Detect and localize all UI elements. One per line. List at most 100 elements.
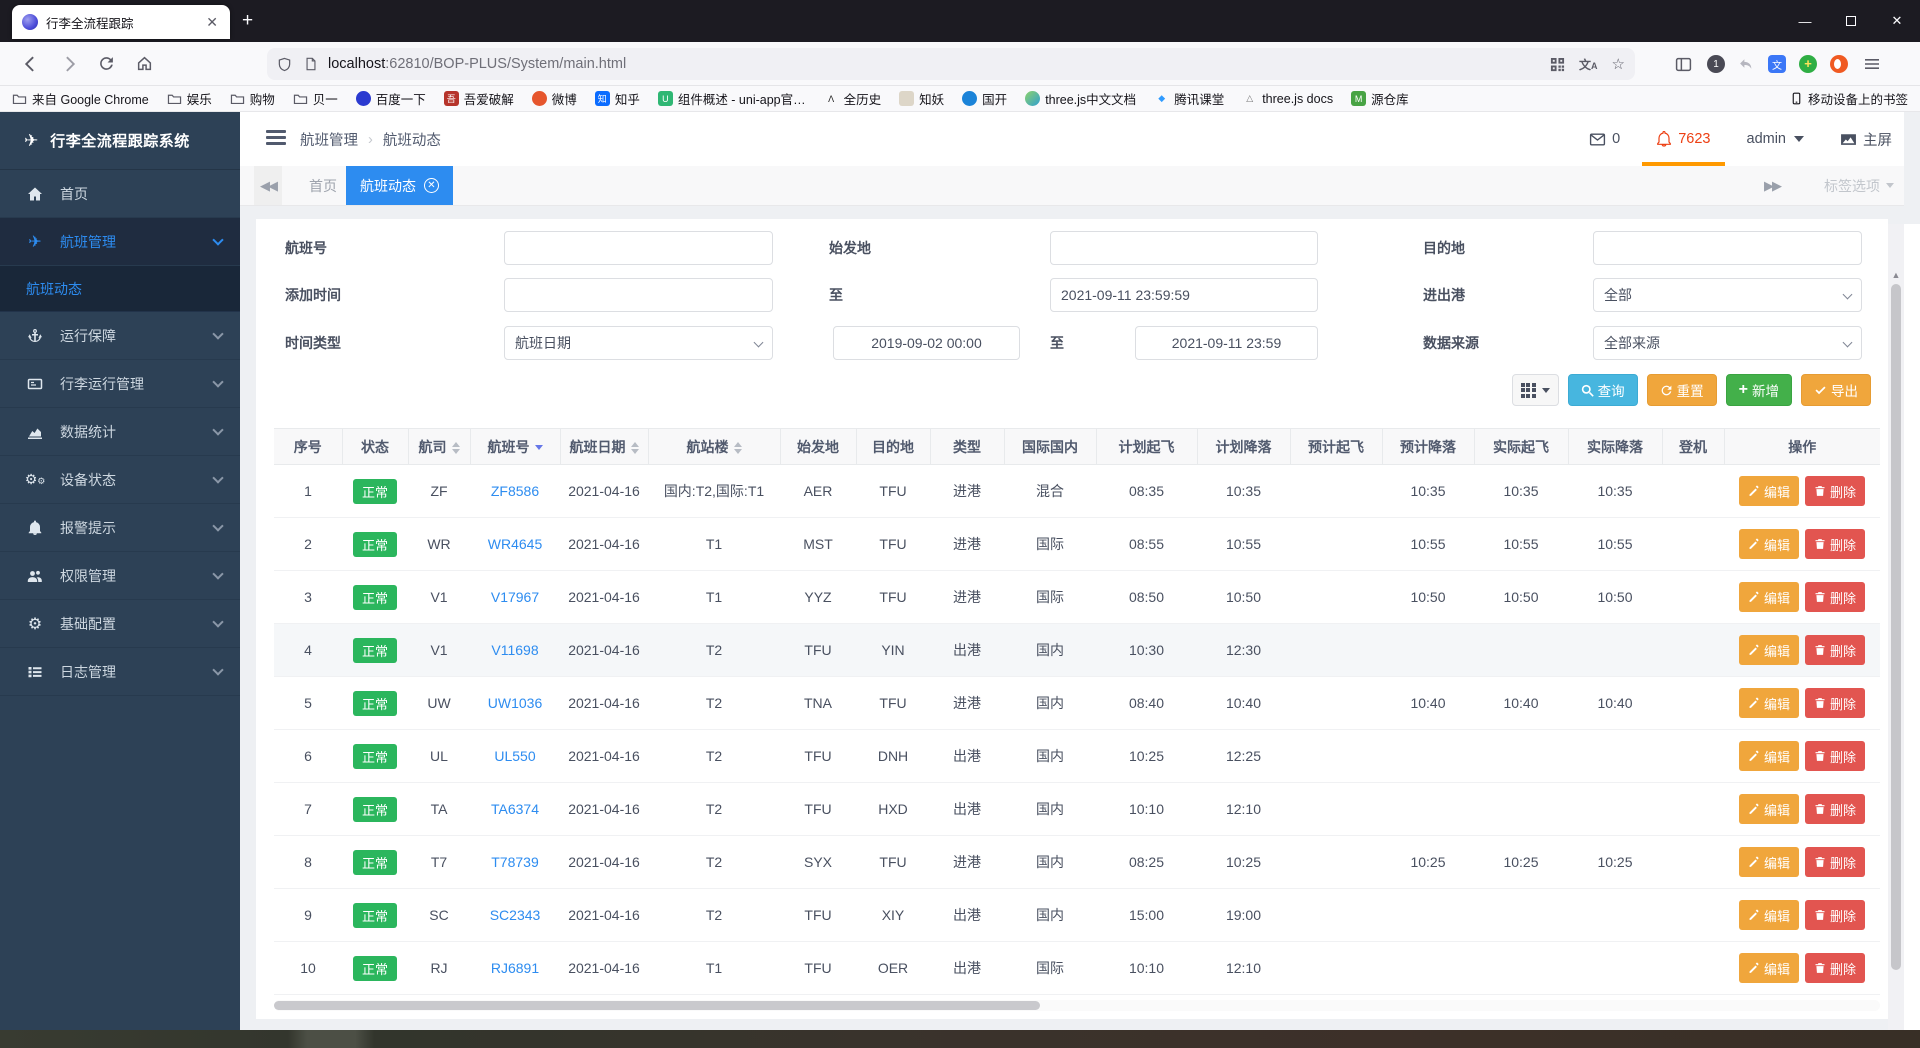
fullscreen-button[interactable]: 主屏 [1840,112,1892,166]
bookmark-item[interactable]: M源仓库 [1351,89,1409,108]
tab-home[interactable]: 首页 [295,166,351,205]
inout-select[interactable]: 全部 [1593,278,1862,312]
delete-button[interactable]: 删除 [1805,741,1865,771]
delete-button[interactable]: 删除 [1805,794,1865,824]
flight-number-link[interactable]: WR4645 [488,536,542,552]
translate-page-icon[interactable]: 文A [1579,56,1598,73]
scrollbar-thumb[interactable] [1891,284,1901,970]
column-header-airline[interactable]: 航司 [408,429,470,465]
tab-close-icon[interactable]: ✕ [424,178,439,193]
tab-options-button[interactable]: 标签选项 [1824,166,1894,205]
window-minimize-button[interactable]: — [1782,0,1828,42]
bookmark-item[interactable]: 知知乎 [595,89,640,108]
edit-button[interactable]: 编辑 [1739,476,1799,506]
bookmark-item[interactable]: ◆腾讯课堂 [1154,89,1224,108]
bookmark-item[interactable]: 吾吾爱破解 [444,89,514,108]
flight-number-link[interactable]: SC2343 [490,907,541,923]
bookmark-item[interactable]: 娱乐 [167,89,212,108]
origin-input[interactable] [1050,231,1318,265]
flight-number-link[interactable]: UL550 [494,748,535,764]
column-header-flight[interactable]: 航班号 [470,429,560,465]
bookmark-item[interactable]: 国开 [962,89,1007,108]
edit-button[interactable]: 编辑 [1739,688,1799,718]
orange-extension-icon[interactable] [1830,55,1848,73]
flight-number-link[interactable]: V17967 [491,589,539,605]
window-close-button[interactable]: ✕ [1874,0,1920,42]
reset-button[interactable]: 重置 [1647,374,1717,406]
sidebar-item-bell[interactable]: 报警提示 [0,504,240,552]
range-start-input[interactable] [833,326,1020,360]
sidebar-item-plane[interactable]: ✈航班管理 [0,218,240,266]
add-button[interactable]: + 新增 [1726,374,1792,406]
column-toggle-button[interactable] [1512,374,1559,406]
sidebar-item-chart[interactable]: 数据统计 [0,408,240,456]
delete-button[interactable]: 删除 [1805,476,1865,506]
scrollbar-thumb[interactable] [274,1001,1040,1010]
delete-button[interactable]: 删除 [1805,953,1865,983]
vertical-scrollbar[interactable]: ▲ ▼ [1888,224,1904,1048]
edit-button[interactable]: 编辑 [1739,847,1799,877]
undo-extension-icon[interactable] [1738,56,1755,73]
edit-button[interactable]: 编辑 [1739,900,1799,930]
bookmark-item[interactable]: 知妖 [899,89,944,108]
sidebar-item-gear[interactable]: ⚙基础配置 [0,600,240,648]
edit-button[interactable]: 编辑 [1739,582,1799,612]
arrive-end-input[interactable] [1050,278,1318,312]
delete-button[interactable]: 删除 [1805,847,1865,877]
sidebar-item-gears[interactable]: ⚙⚙设备状态 [0,456,240,504]
user-menu[interactable]: admin [1747,112,1805,166]
sidebar-item-list[interactable]: 日志管理 [0,648,240,696]
bookmark-item[interactable]: Λ全历史 [824,89,882,108]
delete-button[interactable]: 删除 [1805,582,1865,612]
sidebar-item-users[interactable]: 权限管理 [0,552,240,600]
sidebar-subitem-flight-dynamics[interactable]: 航班动态 [0,266,240,312]
address-bar[interactable]: localhost:62810/BOP-PLUS/System/main.htm… [267,48,1635,80]
qr-code-icon[interactable] [1550,57,1565,72]
source-select[interactable]: 全部来源 [1593,326,1862,360]
bookmark-item[interactable]: 购物 [230,89,275,108]
sort-desc-icon[interactable] [535,445,543,450]
search-button[interactable]: 查询 [1568,374,1638,406]
alerts-button[interactable]: 7623 [1656,112,1710,166]
flight-number-link[interactable]: V11698 [491,642,538,658]
tab-flight-dynamics[interactable]: 航班动态 ✕ [346,166,453,205]
browser-tab[interactable]: 行李全流程跟踪 ✕ [12,5,230,39]
delete-button[interactable]: 删除 [1805,688,1865,718]
green-extension-icon[interactable]: + [1799,55,1817,73]
column-header-date[interactable]: 航班日期 [560,429,648,465]
tabs-scroll-right-icon[interactable]: ▶▶ [1758,166,1786,205]
reload-icon[interactable] [98,55,116,73]
tab-close-icon[interactable]: ✕ [202,14,222,31]
flight-no-input[interactable] [504,231,773,265]
back-icon[interactable] [22,55,40,73]
add-time-input[interactable] [504,278,773,312]
export-button[interactable]: 导出 [1801,374,1871,406]
sidebar-panel-icon[interactable] [1672,53,1694,75]
delete-button[interactable]: 删除 [1805,635,1865,665]
dest-input[interactable] [1593,231,1862,265]
sort-carets-icon[interactable] [631,442,639,454]
breadcrumb-parent[interactable]: 航班管理 [300,129,358,150]
home-icon[interactable] [136,55,154,73]
flight-number-link[interactable]: T78739 [491,854,538,870]
bookmark-star-icon[interactable]: ☆ [1612,55,1625,73]
messages-button[interactable]: 0 [1589,112,1620,166]
edit-button[interactable]: 编辑 [1739,794,1799,824]
edit-button[interactable]: 编辑 [1739,635,1799,665]
flight-number-link[interactable]: TA6374 [491,801,539,817]
bookmark-item[interactable]: 百度一下 [356,89,426,108]
time-type-select[interactable]: 航班日期 [504,326,773,360]
flight-number-link[interactable]: RJ6891 [491,960,539,976]
forward-icon[interactable] [60,55,78,73]
tabs-scroll-left-icon[interactable]: ◀◀ [254,166,282,205]
bookmark-item[interactable]: 微博 [532,89,577,108]
menu-icon[interactable] [1861,53,1883,75]
sort-carets-icon[interactable] [734,442,742,454]
sort-carets-icon[interactable] [452,442,460,454]
horizontal-scrollbar[interactable] [274,1000,1880,1011]
sidebar-item-card[interactable]: 行李运行管理 [0,360,240,408]
scroll-up-icon[interactable]: ▲ [1888,270,1904,280]
flight-number-link[interactable]: UW1036 [488,695,542,711]
edit-button[interactable]: 编辑 [1739,529,1799,559]
delete-button[interactable]: 删除 [1805,529,1865,559]
